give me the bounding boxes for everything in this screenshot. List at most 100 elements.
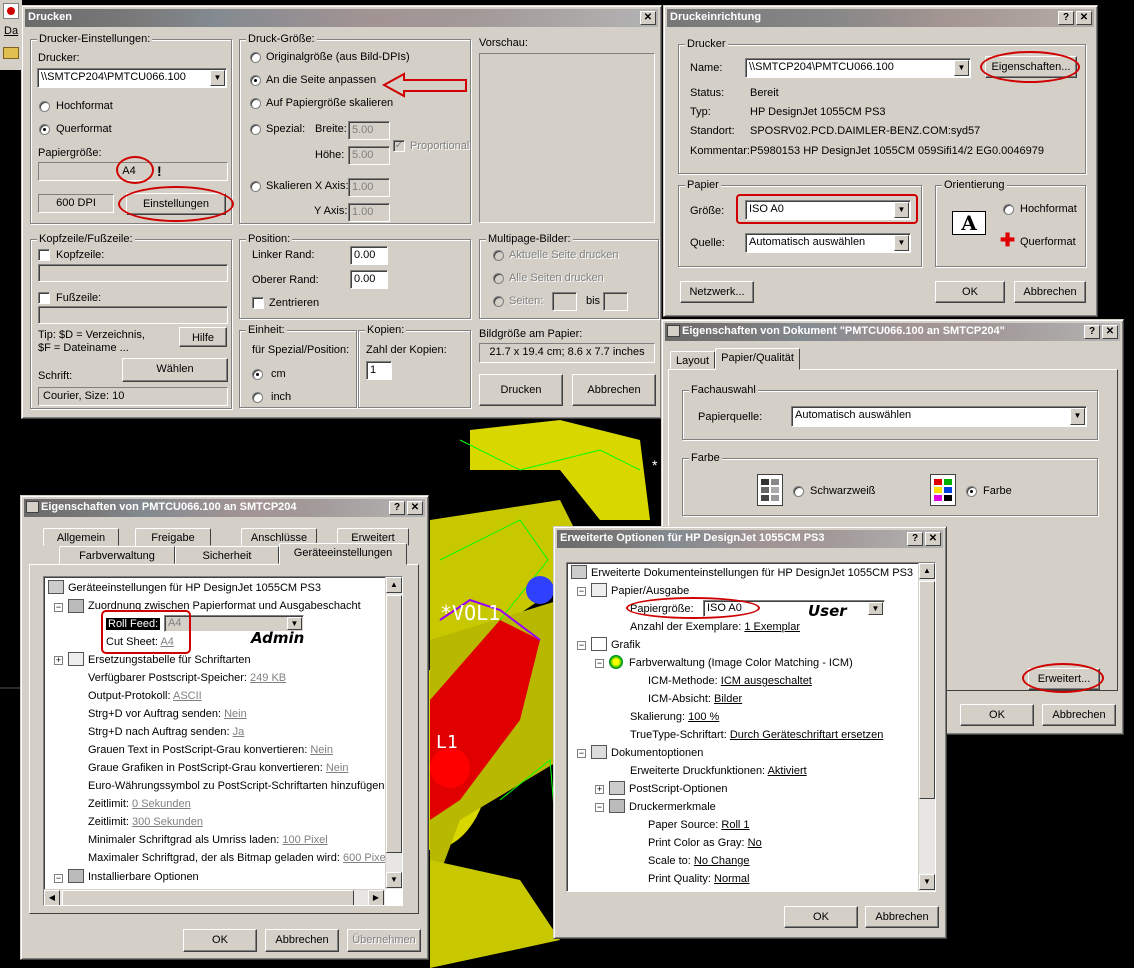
close-icon[interactable]: ✕ bbox=[1076, 11, 1092, 25]
drucken-titlebar[interactable]: Drucken ✕ bbox=[25, 9, 658, 27]
farbe-radio[interactable] bbox=[966, 486, 977, 497]
tree-installierbar[interactable]: Installierbare Optionen bbox=[88, 871, 199, 883]
fusszeile-input[interactable] bbox=[38, 306, 228, 324]
tree-expander-installierbar[interactable]: − bbox=[54, 874, 63, 883]
kopien-input[interactable]: 1 bbox=[366, 361, 392, 380]
h-scroll-thumb[interactable] bbox=[62, 890, 354, 905]
orient-hochformat-radio[interactable] bbox=[1003, 204, 1014, 215]
close-icon[interactable]: ✕ bbox=[407, 501, 423, 515]
seiten-bis-input[interactable] bbox=[603, 292, 628, 311]
tree-grau-text[interactable]: Grauen Text in PostScript-Grau konvertie… bbox=[88, 744, 333, 756]
hochformat-radio[interactable] bbox=[39, 101, 50, 112]
tree-expander-druckermerkmale[interactable]: − bbox=[595, 803, 604, 812]
ok-button[interactable]: OK bbox=[960, 704, 1034, 726]
tree-grau-grafik[interactable]: Graue Grafiken in PostScript-Grau konver… bbox=[88, 762, 348, 774]
inch-radio[interactable] bbox=[252, 392, 263, 403]
oberer-rand-input[interactable]: 0.00 bbox=[350, 270, 388, 289]
erw-tree-exemplare[interactable]: Anzahl der Exemplare: 1 Exemplar bbox=[630, 621, 800, 633]
tree-zeitlimit-1[interactable]: Zeitlimit: 0 Sekunden bbox=[88, 798, 191, 810]
tree-expander-ersetzung[interactable]: + bbox=[54, 656, 63, 665]
scroll-left-icon[interactable]: ◀ bbox=[44, 890, 60, 905]
kopfzeile-input[interactable] bbox=[38, 264, 228, 282]
open-folder-icon[interactable] bbox=[3, 47, 19, 59]
help-icon[interactable]: ? bbox=[1084, 325, 1100, 339]
linker-rand-input[interactable]: 0.00 bbox=[350, 246, 388, 265]
erw-tree-root[interactable]: Erweiterte Dokumenteinstellungen für HP … bbox=[591, 567, 913, 579]
erw-tree-icm-absicht[interactable]: ICM-Absicht: Bilder bbox=[648, 693, 742, 705]
seiten-radio[interactable] bbox=[493, 296, 504, 307]
cm-radio[interactable] bbox=[252, 369, 263, 380]
hilfe-button[interactable]: Hilfe bbox=[179, 327, 227, 347]
erw-tree-dokumentoptionen[interactable]: Dokumentoptionen bbox=[611, 747, 703, 759]
scroll-up-icon[interactable]: ▲ bbox=[919, 563, 935, 579]
tree-zeitlimit-2[interactable]: Zeitlimit: 300 Sekunden bbox=[88, 816, 203, 828]
horizontal-scrollbar[interactable]: ◀ ▶ bbox=[44, 889, 385, 905]
originalgroesse-radio[interactable] bbox=[250, 52, 261, 63]
abbrechen-button[interactable]: Abbrechen bbox=[1042, 704, 1116, 726]
kopfzeile-checkbox[interactable] bbox=[38, 249, 50, 261]
hoehe-input[interactable]: 5.00 bbox=[348, 146, 390, 165]
abbrechen-button[interactable]: Abbrechen bbox=[1014, 281, 1086, 303]
erw-tree-farbverwaltung[interactable]: Farbverwaltung (Image Color Matching - I… bbox=[629, 657, 853, 669]
tree-output[interactable]: Output-Protokoll: ASCII bbox=[88, 690, 202, 702]
props-titlebar[interactable]: Eigenschaften von PMTCU066.100 an SMTCP2… bbox=[24, 499, 425, 517]
auf-papiergroesse-radio[interactable] bbox=[250, 98, 261, 109]
tree-root[interactable]: Geräteeinstellungen für HP DesignJet 105… bbox=[68, 582, 321, 594]
tree-expander-papier[interactable]: − bbox=[577, 587, 586, 596]
erw-tree-print-quality[interactable]: Print Quality: Normal bbox=[648, 873, 749, 885]
fusszeile-checkbox[interactable] bbox=[38, 292, 50, 304]
ok-button[interactable]: OK bbox=[183, 929, 257, 952]
spezial-radio[interactable] bbox=[250, 124, 261, 135]
zentrieren-checkbox[interactable] bbox=[252, 297, 264, 309]
quelle-select[interactable]: Automatisch auswählen ▼ bbox=[745, 233, 911, 253]
vertical-scrollbar[interactable]: ▲ ▼ bbox=[918, 563, 935, 891]
tree-expander-zuordnung[interactable]: − bbox=[54, 603, 63, 612]
tree-expander-farbverwaltung[interactable]: − bbox=[595, 659, 604, 668]
tree-min-schrift[interactable]: Minimaler Schriftgrad als Umriss laden: … bbox=[88, 834, 328, 846]
tree-strgd-vor[interactable]: Strg+D vor Auftrag senden: Nein bbox=[88, 708, 247, 720]
scroll-right-icon[interactable]: ▶ bbox=[368, 890, 384, 905]
drucken-button[interactable]: Drucken bbox=[479, 374, 563, 406]
erw-tree-druckermerkmale[interactable]: Druckermerkmale bbox=[629, 801, 716, 813]
erw-tree-ps-optionen[interactable]: PostScript-Optionen bbox=[629, 783, 727, 795]
papierquelle-select[interactable]: Automatisch auswählen ▼ bbox=[791, 406, 1087, 427]
erw-tree-skalierung[interactable]: Skalierung: 100 % bbox=[630, 711, 719, 723]
scroll-thumb[interactable] bbox=[386, 595, 402, 853]
aktuelle-seite-radio[interactable] bbox=[493, 250, 504, 261]
printer-name-select[interactable]: \\SMTCP204\PMTCU066.100 ▼ bbox=[745, 58, 971, 78]
erw-tree-print-gray[interactable]: Print Color as Gray: No bbox=[648, 837, 762, 849]
tree-expander-dokumentoptionen[interactable]: − bbox=[577, 749, 586, 758]
dokument-titlebar[interactable]: Eigenschaften von Dokument "PMTCU066.100… bbox=[665, 323, 1120, 341]
abbrechen-button[interactable]: Abbrechen bbox=[572, 374, 656, 406]
alle-seiten-radio[interactable] bbox=[493, 273, 504, 284]
help-icon[interactable]: ? bbox=[389, 501, 405, 515]
druckeinrichtung-titlebar[interactable]: Druckeinrichtung ? ✕ bbox=[667, 9, 1094, 27]
erw-tree-papier-ausgabe[interactable]: Papier/Ausgabe bbox=[611, 585, 689, 597]
tree-strgd-nach[interactable]: Strg+D nach Auftrag senden: Ja bbox=[88, 726, 244, 738]
help-icon[interactable]: ? bbox=[907, 532, 923, 546]
abbrechen-button[interactable]: Abbrechen bbox=[865, 906, 939, 928]
tree-ersetzung[interactable]: Ersetzungstabelle für Schriftarten bbox=[88, 654, 251, 666]
tab-farbverwaltung[interactable]: Farbverwaltung bbox=[59, 546, 175, 564]
printer-select[interactable]: \\SMTCP204\PMTCU066.100 ▼ bbox=[37, 68, 227, 88]
tab-geraeteeinstellungen[interactable]: Geräteeinstellungen bbox=[279, 543, 407, 565]
tab-layout[interactable]: Layout bbox=[670, 351, 715, 369]
ok-button[interactable]: OK bbox=[935, 281, 1005, 303]
tree-ps-speicher[interactable]: Verfügbarer Postscript-Speicher: 249 KB bbox=[88, 672, 286, 684]
erw-titlebar[interactable]: Erweiterte Optionen für HP DesignJet 105… bbox=[557, 530, 943, 548]
tab-allgemein[interactable]: Allgemein bbox=[43, 528, 119, 546]
proportional-checkbox[interactable]: ✓ bbox=[393, 140, 405, 152]
tree-euro[interactable]: Euro-Währungssymbol zu PostScript-Schrif… bbox=[88, 780, 388, 792]
querformat-radio[interactable] bbox=[39, 124, 50, 135]
schwarzweiss-radio[interactable] bbox=[793, 486, 804, 497]
seiten-von-input[interactable] bbox=[552, 292, 577, 311]
breite-input[interactable]: 5.00 bbox=[348, 121, 390, 140]
vertical-scrollbar[interactable]: ▲ ▼ bbox=[385, 577, 402, 889]
abbrechen-button[interactable]: Abbrechen bbox=[265, 929, 339, 952]
erw-tree-paper-source[interactable]: Paper Source: Roll 1 bbox=[648, 819, 750, 831]
netzwerk-button[interactable]: Netzwerk... bbox=[680, 281, 754, 303]
scroll-down-icon[interactable]: ▼ bbox=[919, 874, 935, 890]
ok-button[interactable]: OK bbox=[784, 906, 858, 928]
y-axis-input[interactable]: 1.00 bbox=[348, 203, 390, 222]
app-menu-fragment[interactable]: Da bbox=[4, 25, 18, 37]
